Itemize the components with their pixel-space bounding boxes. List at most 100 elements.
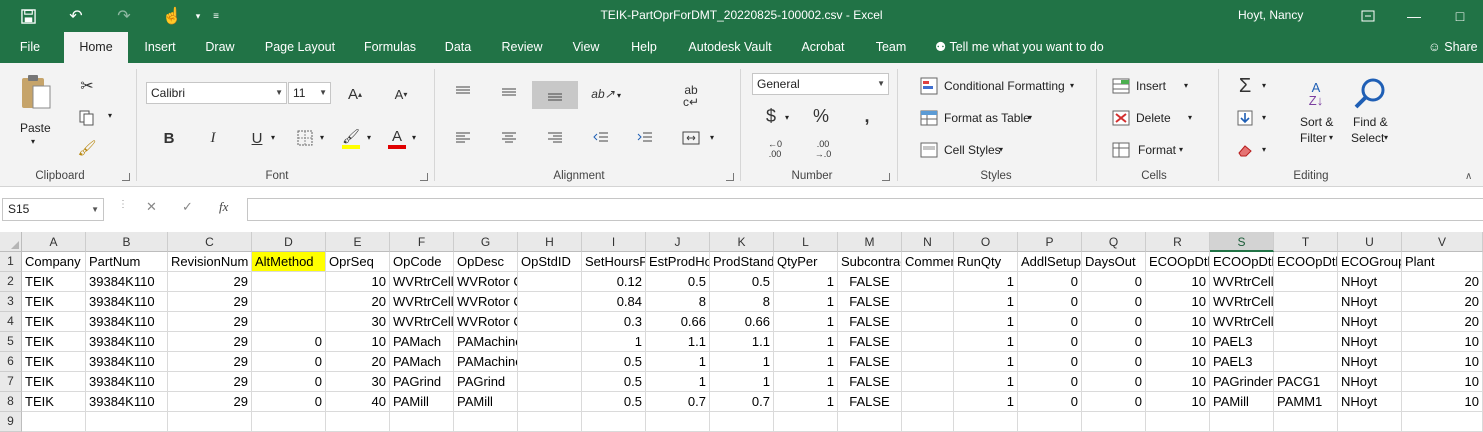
cell-u6[interactable]: NHoyt	[1338, 352, 1402, 372]
cell-g5[interactable]: PAMachine	[454, 332, 518, 352]
cell-s9[interactable]	[1210, 412, 1274, 432]
column-header-c[interactable]: C	[168, 232, 252, 252]
cell-b8[interactable]: 39384K110	[86, 392, 168, 412]
cell-p3[interactable]: 0	[1018, 292, 1082, 312]
wrap-text-icon[interactable]: ab c↵	[678, 81, 704, 111]
cell-i5[interactable]: 1	[582, 332, 646, 352]
cell-d1[interactable]: AltMethod	[252, 252, 326, 272]
cell-o3[interactable]: 1	[954, 292, 1018, 312]
cell-c6[interactable]: 29	[168, 352, 252, 372]
cell-u1[interactable]: ECOGroupID	[1338, 252, 1402, 272]
find-select-label-2[interactable]: Select	[1351, 131, 1384, 145]
cell-o2[interactable]: 1	[954, 272, 1018, 292]
cell-m9[interactable]	[838, 412, 902, 432]
cell-r3[interactable]: 10	[1146, 292, 1210, 312]
cell-n2[interactable]	[902, 272, 954, 292]
fill-color-icon[interactable]: 🖌	[340, 125, 362, 151]
cell-g6[interactable]: PAMachine	[454, 352, 518, 372]
cell-r8[interactable]: 10	[1146, 392, 1210, 412]
cell-c7[interactable]: 29	[168, 372, 252, 392]
cell-d7[interactable]: 0	[252, 372, 326, 392]
font-color-icon[interactable]: A	[386, 125, 408, 151]
cell-c2[interactable]: 29	[168, 272, 252, 292]
cell-a4[interactable]: TEIK	[22, 312, 86, 332]
cell-f6[interactable]: PAMach	[390, 352, 454, 372]
column-header-b[interactable]: B	[86, 232, 168, 252]
cell-l9[interactable]	[774, 412, 838, 432]
paste-dropdown-icon[interactable]: ▾	[31, 137, 35, 146]
cell-e9[interactable]	[326, 412, 390, 432]
paste-icon[interactable]	[14, 71, 58, 113]
currency-button[interactable]: $	[760, 103, 782, 129]
cell-m3[interactable]: FALSE	[838, 292, 902, 312]
cell-a1[interactable]: Company	[22, 252, 86, 272]
column-header-t[interactable]: T	[1274, 232, 1338, 252]
cell-j8[interactable]: 0.7	[646, 392, 710, 412]
cell-n5[interactable]	[902, 332, 954, 352]
cell-c9[interactable]	[168, 412, 252, 432]
tab-data[interactable]: Data	[438, 32, 478, 63]
delete-dropdown-icon[interactable]: ▾	[1188, 113, 1192, 122]
cut-icon[interactable]: ✂	[76, 75, 98, 97]
cell-s4[interactable]: WVRtrCell	[1210, 312, 1274, 332]
format-as-table-button[interactable]: Format as Table	[944, 111, 1030, 125]
sort-filter-label-1[interactable]: Sort &	[1300, 115, 1333, 129]
cell-s7[interactable]: PAGrinder	[1210, 372, 1274, 392]
cell-f2[interactable]: WVRtrCell	[390, 272, 454, 292]
cell-g4[interactable]: WVRotor Cell	[454, 312, 518, 332]
increase-decimal-icon[interactable]: ←0.00	[762, 137, 788, 161]
format-painter-icon[interactable]: 🖌	[76, 137, 98, 159]
cell-q6[interactable]: 0	[1082, 352, 1146, 372]
cell-t4[interactable]	[1274, 312, 1338, 332]
cell-b6[interactable]: 39384K110	[86, 352, 168, 372]
cell-q9[interactable]	[1082, 412, 1146, 432]
cell-q7[interactable]: 0	[1082, 372, 1146, 392]
cell-i8[interactable]: 0.5	[582, 392, 646, 412]
cell-f3[interactable]: WVRtrCell	[390, 292, 454, 312]
cell-j6[interactable]: 1	[646, 352, 710, 372]
cell-n9[interactable]	[902, 412, 954, 432]
insert-cells-button[interactable]: Insert	[1136, 79, 1166, 93]
orientation-dropdown-icon[interactable]: ▾	[617, 91, 621, 100]
cell-o8[interactable]: 1	[954, 392, 1018, 412]
cell-m8[interactable]: FALSE	[838, 392, 902, 412]
number-launcher-icon[interactable]	[882, 173, 890, 181]
row-header[interactable]: 4	[0, 312, 22, 332]
conditional-dropdown-icon[interactable]: ▾	[1070, 81, 1074, 90]
cell-c1[interactable]: RevisionNum	[168, 252, 252, 272]
cell-j3[interactable]: 8	[646, 292, 710, 312]
cell-n6[interactable]	[902, 352, 954, 372]
align-right-icon[interactable]	[544, 127, 566, 149]
row-header[interactable]: 3	[0, 292, 22, 312]
cell-o4[interactable]: 1	[954, 312, 1018, 332]
cell-r6[interactable]: 10	[1146, 352, 1210, 372]
italic-button[interactable]: I	[202, 127, 224, 149]
cell-p1[interactable]: AddlSetupHours	[1018, 252, 1082, 272]
underline-dropdown-icon[interactable]: ▾	[271, 133, 275, 142]
cell-l4[interactable]: 1	[774, 312, 838, 332]
cell-h4[interactable]	[518, 312, 582, 332]
font-color-dropdown-icon[interactable]: ▾	[412, 133, 416, 142]
formula-input[interactable]	[247, 198, 1483, 221]
cell-f5[interactable]: PAMach	[390, 332, 454, 352]
font-name-combo[interactable]: Calibri ▼	[146, 82, 287, 104]
font-launcher-icon[interactable]	[420, 173, 428, 181]
cell-u3[interactable]: NHoyt	[1338, 292, 1402, 312]
row-header[interactable]: 1	[0, 252, 22, 272]
sort-filter-icon[interactable]: A Z↓	[1296, 73, 1336, 115]
format-cells-button[interactable]: Format	[1138, 143, 1176, 157]
tab-team[interactable]: Team	[866, 32, 916, 63]
cell-l2[interactable]: 1	[774, 272, 838, 292]
middle-align-icon[interactable]	[498, 81, 520, 103]
cell-v8[interactable]: 10	[1402, 392, 1483, 412]
cell-t8[interactable]: PAMM1	[1274, 392, 1338, 412]
bottom-align-icon[interactable]	[532, 81, 578, 109]
cell-e8[interactable]: 40	[326, 392, 390, 412]
copy-icon[interactable]	[76, 107, 98, 129]
cell-p5[interactable]: 0	[1018, 332, 1082, 352]
insert-function-icon[interactable]: fx	[219, 199, 228, 215]
cell-m1[interactable]: SubcontractFlag	[838, 252, 902, 272]
cell-s5[interactable]: PAEL3	[1210, 332, 1274, 352]
column-header-a[interactable]: A	[22, 232, 86, 252]
cell-h1[interactable]: OpStdID	[518, 252, 582, 272]
